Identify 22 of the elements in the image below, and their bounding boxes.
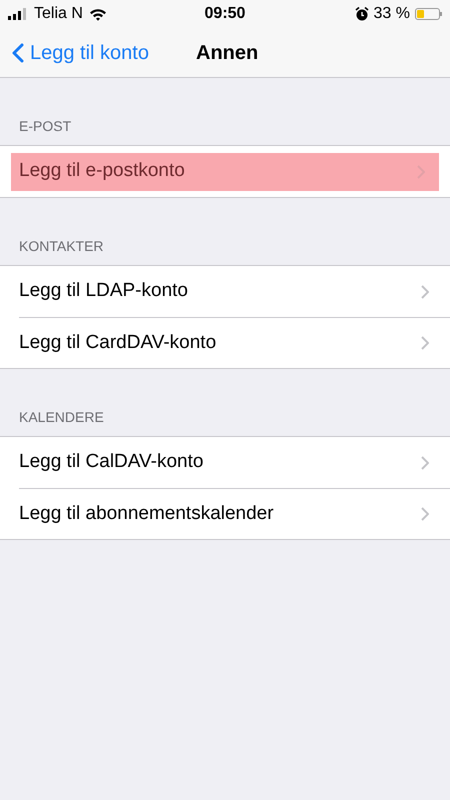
section-header: E-POST (19, 117, 72, 136)
page-title: Annen (196, 40, 258, 66)
chevron-icon (421, 507, 429, 521)
back-chevron-icon (12, 42, 24, 62)
alarm-icon (354, 7, 369, 21)
carrier-name: Telia N (34, 4, 83, 24)
list-row[interactable]: Legg til abonnementskalender (19, 495, 450, 533)
battery-icon (415, 8, 442, 20)
clock-time: 09:50 (204, 5, 246, 22)
list-row[interactable]: Legg til CardDAV-konto (19, 324, 450, 362)
back-button[interactable]: Legg til konto (0, 38, 149, 68)
list-row[interactable]: Legg til e-postkonto (11, 152, 439, 190)
list-row[interactable]: Legg til CalDAV-konto (0, 444, 450, 482)
section-header: KALENDERE (19, 408, 104, 427)
signal-icon (8, 8, 28, 20)
battery-percent: 33 % (374, 4, 410, 24)
wifi-icon (88, 8, 107, 20)
chevron-icon (421, 284, 429, 298)
list-row[interactable]: Legg til LDAP-konto (0, 272, 450, 310)
chevron-icon (421, 456, 429, 470)
section-header: KONTAKTER (19, 237, 104, 256)
chevron-icon (421, 336, 429, 350)
